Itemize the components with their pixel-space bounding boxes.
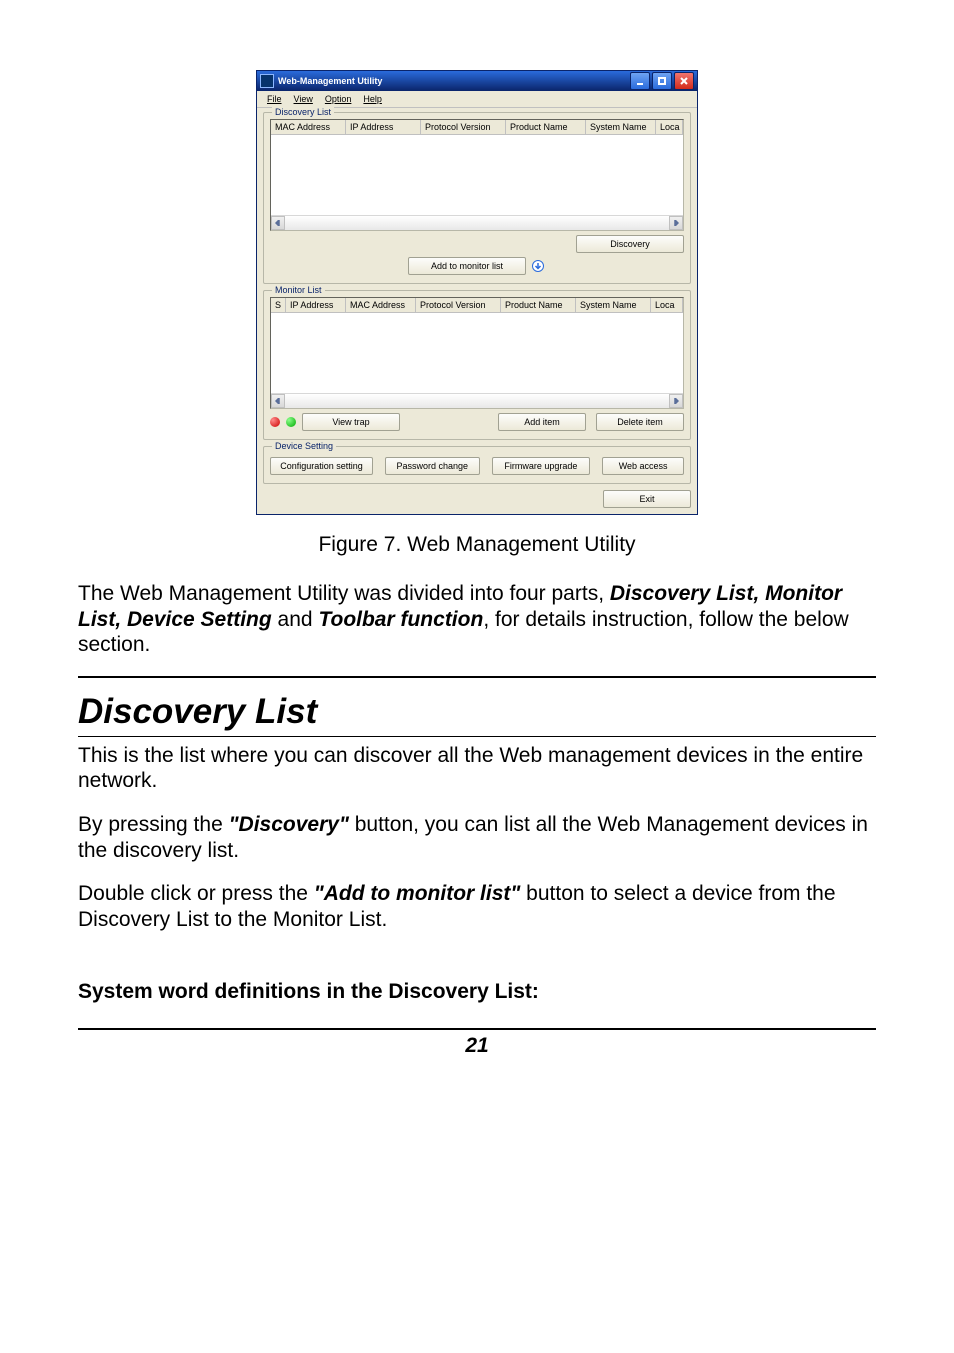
p3-text-1: By pressing the [78,813,229,836]
discovery-hscroll[interactable] [271,215,683,230]
window-title: Web-Management Utility [278,76,628,86]
discovery-table[interactable]: MAC Address IP Address Protocol Version … [270,119,684,231]
monitor-legend: Monitor List [272,285,325,295]
down-arrow-icon [530,258,546,274]
p3-bold: "Discovery" [229,813,349,836]
status-dot-green-icon [286,417,296,427]
firmware-upgrade-button[interactable]: Firmware upgrade [492,457,591,475]
menu-bar: File View Option Help [257,91,697,108]
discovery-header: MAC Address IP Address Protocol Version … [271,120,683,135]
monitor-col-location[interactable]: Loca [651,298,683,312]
maximize-icon [657,76,667,86]
discovery-para-1: This is the list where you can discover … [78,743,876,794]
title-bar: Web-Management Utility [257,71,697,91]
scroll-left-icon[interactable] [271,216,285,230]
delete-item-button[interactable]: Delete item [596,413,684,431]
monitor-col-ip[interactable]: IP Address [286,298,346,312]
scroll-right-icon[interactable] [669,394,683,408]
menu-view[interactable]: View [288,91,319,107]
add-to-monitor-button[interactable]: Add to monitor list [408,257,526,275]
figure-caption: Figure 7. Web Management Utility [78,533,876,557]
sub-heading: System word definitions in the Discovery… [78,980,876,1004]
menu-option[interactable]: Option [319,91,358,107]
device-setting-legend: Device Setting [272,441,336,451]
intro-bold-2: Toolbar function [318,608,483,631]
app-icon [260,74,274,88]
scroll-left-icon[interactable] [271,394,285,408]
monitor-col-s[interactable]: S [271,298,286,312]
maximize-button[interactable] [652,72,672,90]
p4-text-1: Double click or press the [78,882,314,905]
monitor-list-group: Monitor List S IP Address MAC Address Pr… [263,290,691,440]
discovery-list-group: Discovery List MAC Address IP Address Pr… [263,112,691,284]
menu-help[interactable]: Help [357,91,388,107]
page-footer: 21 [78,1028,876,1058]
monitor-table[interactable]: S IP Address MAC Address Protocol Versio… [270,297,684,409]
monitor-col-system[interactable]: System Name [576,298,651,312]
app-window-screenshot: Web-Management Utility File View Option … [256,70,698,515]
monitor-col-mac[interactable]: MAC Address [346,298,416,312]
scroll-right-icon[interactable] [669,216,683,230]
close-icon [679,76,689,86]
discovery-col-product[interactable]: Product Name [506,120,586,134]
discovery-button[interactable]: Discovery [576,235,684,253]
add-item-button[interactable]: Add item [498,413,586,431]
monitor-header: S IP Address MAC Address Protocol Versio… [271,298,683,313]
view-trap-button[interactable]: View trap [302,413,400,431]
window-body: Discovery List MAC Address IP Address Pr… [257,108,697,514]
monitor-col-product[interactable]: Product Name [501,298,576,312]
minimize-icon [635,76,645,86]
discovery-para-3: Double click or press the "Add to monito… [78,881,876,932]
menu-file[interactable]: File [261,91,288,107]
section-heading: Discovery List [78,692,876,732]
discovery-col-system[interactable]: System Name [586,120,656,134]
status-dot-red-icon [270,417,280,427]
discovery-col-mac[interactable]: MAC Address [271,120,346,134]
p4-bold: "Add to monitor list" [314,882,521,905]
exit-button[interactable]: Exit [603,490,691,508]
monitor-hscroll[interactable] [271,393,683,408]
intro-text-2: and [272,608,319,631]
intro-text-1: The Web Management Utility was divided i… [78,582,610,605]
close-button[interactable] [674,72,694,90]
discovery-legend: Discovery List [272,107,334,117]
web-access-button[interactable]: Web access [602,457,684,475]
minimize-button[interactable] [630,72,650,90]
page-number: 21 [465,1034,488,1057]
device-setting-group: Device Setting Configuration setting Pas… [263,446,691,484]
configuration-setting-button[interactable]: Configuration setting [270,457,373,475]
discovery-col-ip[interactable]: IP Address [346,120,421,134]
discovery-col-location[interactable]: Loca [656,120,683,134]
scroll-track[interactable] [285,394,669,408]
discovery-col-protocol[interactable]: Protocol Version [421,120,506,134]
scroll-track[interactable] [285,216,669,230]
intro-paragraph: The Web Management Utility was divided i… [78,581,876,658]
password-change-button[interactable]: Password change [385,457,480,475]
discovery-para-2: By pressing the "Discovery" button, you … [78,812,876,863]
monitor-col-protocol[interactable]: Protocol Version [416,298,501,312]
